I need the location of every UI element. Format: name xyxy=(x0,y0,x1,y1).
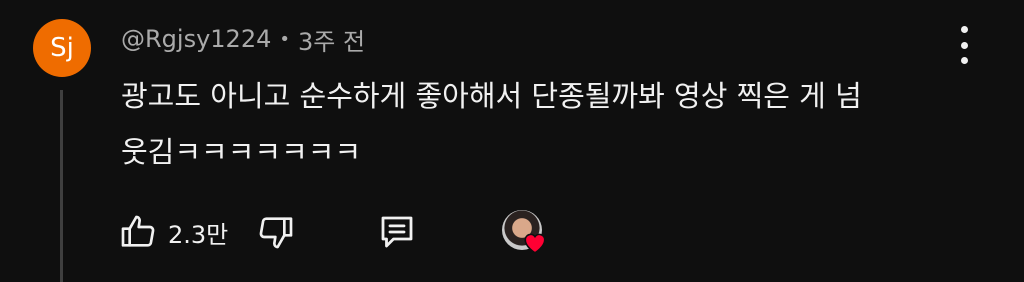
thumbs-up-icon[interactable] xyxy=(118,212,158,252)
like-count: 2.3만 xyxy=(168,220,229,249)
comment-line-1: 광고도 아니고 순수하게 좋아해서 단종될까봐 영상 찍은 게 넘 xyxy=(121,79,862,113)
avatar[interactable]: Sj xyxy=(33,19,91,77)
timestamp[interactable]: 3주 전 xyxy=(298,22,365,57)
thumbs-down-icon[interactable] xyxy=(256,212,296,252)
creator-heart-icon xyxy=(498,208,550,256)
comment-header: @Rgjsy1224 • 3주 전 xyxy=(121,22,365,56)
reply-icon[interactable] xyxy=(376,211,418,253)
comment-actions: 2.3만 xyxy=(118,208,550,256)
separator-dot: • xyxy=(279,28,290,50)
username[interactable]: @Rgjsy1224 xyxy=(121,25,271,53)
more-options-icon[interactable] xyxy=(950,26,978,64)
thread-line xyxy=(60,90,63,282)
avatar-letter: Sj xyxy=(50,33,74,63)
comment-line-2: 웃김ㅋㅋㅋㅋㅋㅋㅋ xyxy=(121,135,362,169)
comment-text: 광고도 아니고 순수하게 좋아해서 단종될까봐 영상 찍은 게 넘 웃김ㅋㅋㅋㅋ… xyxy=(121,68,961,180)
